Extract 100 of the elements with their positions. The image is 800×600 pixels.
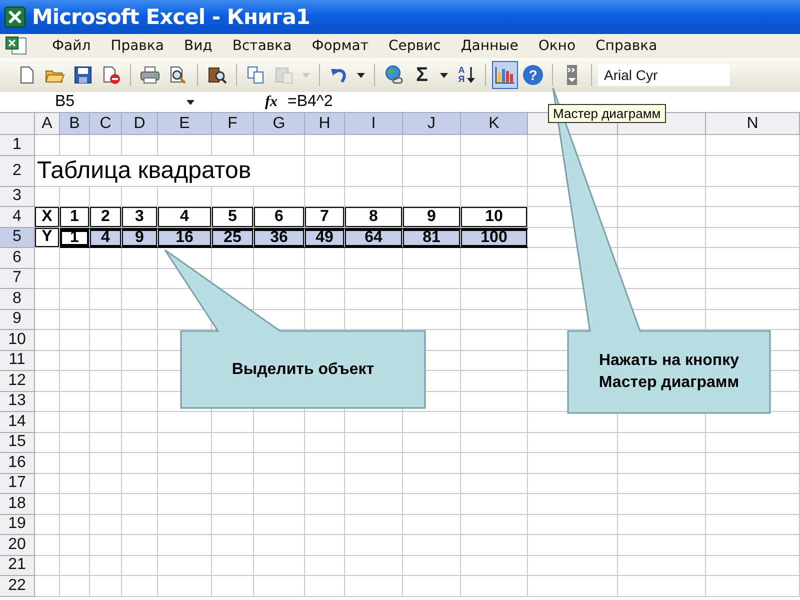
- column-header[interactable]: C: [90, 113, 122, 135]
- printer-icon: [140, 65, 160, 85]
- table-cell: 64: [345, 228, 403, 248]
- table-cell: [158, 535, 212, 556]
- table-cell: [90, 412, 122, 432]
- table-cell: [60, 330, 90, 350]
- table-cell: [212, 453, 254, 474]
- table-cell: [305, 412, 345, 432]
- row-header[interactable]: 16: [0, 453, 35, 474]
- row-header[interactable]: 15: [0, 432, 35, 453]
- pages-icon: [246, 65, 266, 85]
- table-cell: [305, 474, 345, 494]
- column-header[interactable]: B: [60, 113, 90, 135]
- function-label[interactable]: fx: [265, 94, 278, 110]
- row-header[interactable]: 3: [0, 186, 35, 207]
- table-cell: [90, 474, 122, 494]
- sum-button[interactable]: Σ: [409, 61, 435, 89]
- table-cell: [305, 535, 345, 556]
- formula-field[interactable]: =B4^2: [288, 93, 333, 111]
- clipboard-icon: [274, 65, 294, 85]
- table-cell: [345, 268, 403, 289]
- table-cell: [461, 412, 528, 432]
- table-cell: [90, 514, 122, 535]
- table-cell: [60, 432, 90, 453]
- table-cell: [461, 535, 528, 556]
- table-cell: 9: [403, 207, 461, 228]
- row-header[interactable]: 8: [0, 289, 35, 310]
- table-cell: [403, 268, 461, 289]
- row-header[interactable]: 4: [0, 207, 35, 228]
- table-cell: 36: [254, 228, 305, 248]
- column-header[interactable]: G: [254, 113, 305, 135]
- table-cell: [122, 248, 158, 268]
- table-cell: [60, 535, 90, 556]
- table-cell: [345, 474, 403, 494]
- menu-item[interactable]: Справка: [586, 36, 668, 56]
- table-cell: [345, 186, 403, 207]
- table-cell: [158, 494, 212, 514]
- row-header[interactable]: 10: [0, 330, 35, 350]
- row-header[interactable]: 20: [0, 535, 35, 556]
- row-header[interactable]: 6: [0, 248, 35, 268]
- table-cell: [254, 535, 305, 556]
- row-header[interactable]: 19: [0, 514, 35, 535]
- column-header[interactable]: E: [158, 113, 212, 135]
- row-header[interactable]: 9: [0, 310, 35, 330]
- menu-item[interactable]: Формат: [302, 36, 378, 56]
- column-header[interactable]: I: [345, 113, 403, 135]
- chart-wizard-button[interactable]: [492, 61, 518, 89]
- table-cell: [122, 135, 158, 156]
- callout-text: Нажать на кнопку Мастер диаграмм: [598, 351, 740, 393]
- table-cell: [60, 371, 90, 392]
- font-field[interactable]: Arial Cyr: [598, 64, 730, 86]
- table-cell: [35, 474, 60, 494]
- row-header[interactable]: 2: [0, 156, 35, 186]
- sort-button[interactable]: АЯ: [453, 61, 479, 89]
- column-header[interactable]: D: [122, 113, 158, 135]
- row-header[interactable]: 11: [0, 350, 35, 371]
- row-header[interactable]: 1: [0, 135, 35, 156]
- table-cell: [35, 350, 60, 371]
- table-cell: [90, 135, 122, 156]
- row-header[interactable]: 17: [0, 474, 35, 494]
- caret-icon: [440, 72, 448, 78]
- table-cell: [122, 268, 158, 289]
- help-label: ?: [523, 65, 543, 85]
- column-header[interactable]: H: [305, 113, 345, 135]
- table-cell: [305, 514, 345, 535]
- table-cell: [60, 556, 90, 576]
- table-cell: [122, 535, 158, 556]
- table-cell: [461, 268, 528, 289]
- callout-text: Выделить объект: [232, 360, 374, 380]
- row-header[interactable]: 18: [0, 494, 35, 514]
- menu-item[interactable]: Правка: [100, 36, 174, 56]
- name-box[interactable]: B5: [0, 93, 205, 111]
- menu-item[interactable]: Окно: [528, 36, 586, 56]
- row-header[interactable]: 7: [0, 268, 35, 289]
- menu-item[interactable]: Вид: [174, 36, 222, 56]
- column-header[interactable]: K: [461, 113, 528, 135]
- row-header[interactable]: 22: [0, 576, 35, 596]
- menu-item[interactable]: Данные: [450, 36, 528, 56]
- table-cell: [90, 576, 122, 596]
- column-header[interactable]: J: [403, 113, 461, 135]
- row-header[interactable]: 12: [0, 371, 35, 392]
- menu-item[interactable]: Файл: [42, 36, 101, 56]
- menu-item[interactable]: Вставка: [222, 36, 302, 56]
- column-header[interactable]: A: [35, 113, 60, 135]
- row-header[interactable]: 5: [0, 228, 35, 248]
- help-button[interactable]: ?: [520, 61, 546, 89]
- column-header[interactable]: F: [212, 113, 254, 135]
- row-header[interactable]: 14: [0, 412, 35, 432]
- table-cell: [345, 156, 403, 186]
- row-header[interactable]: 13: [0, 392, 35, 412]
- table-cell: [403, 535, 461, 556]
- table-cell: [305, 186, 345, 207]
- globe-icon: [384, 65, 404, 85]
- menu-item[interactable]: Сервис: [378, 36, 451, 56]
- row-header[interactable]: 21: [0, 556, 35, 576]
- table-cell: [35, 392, 60, 412]
- column-header[interactable]: N: [706, 113, 800, 135]
- table-cell: [122, 494, 158, 514]
- table-cell: [60, 392, 90, 412]
- table-cell: [403, 289, 461, 310]
